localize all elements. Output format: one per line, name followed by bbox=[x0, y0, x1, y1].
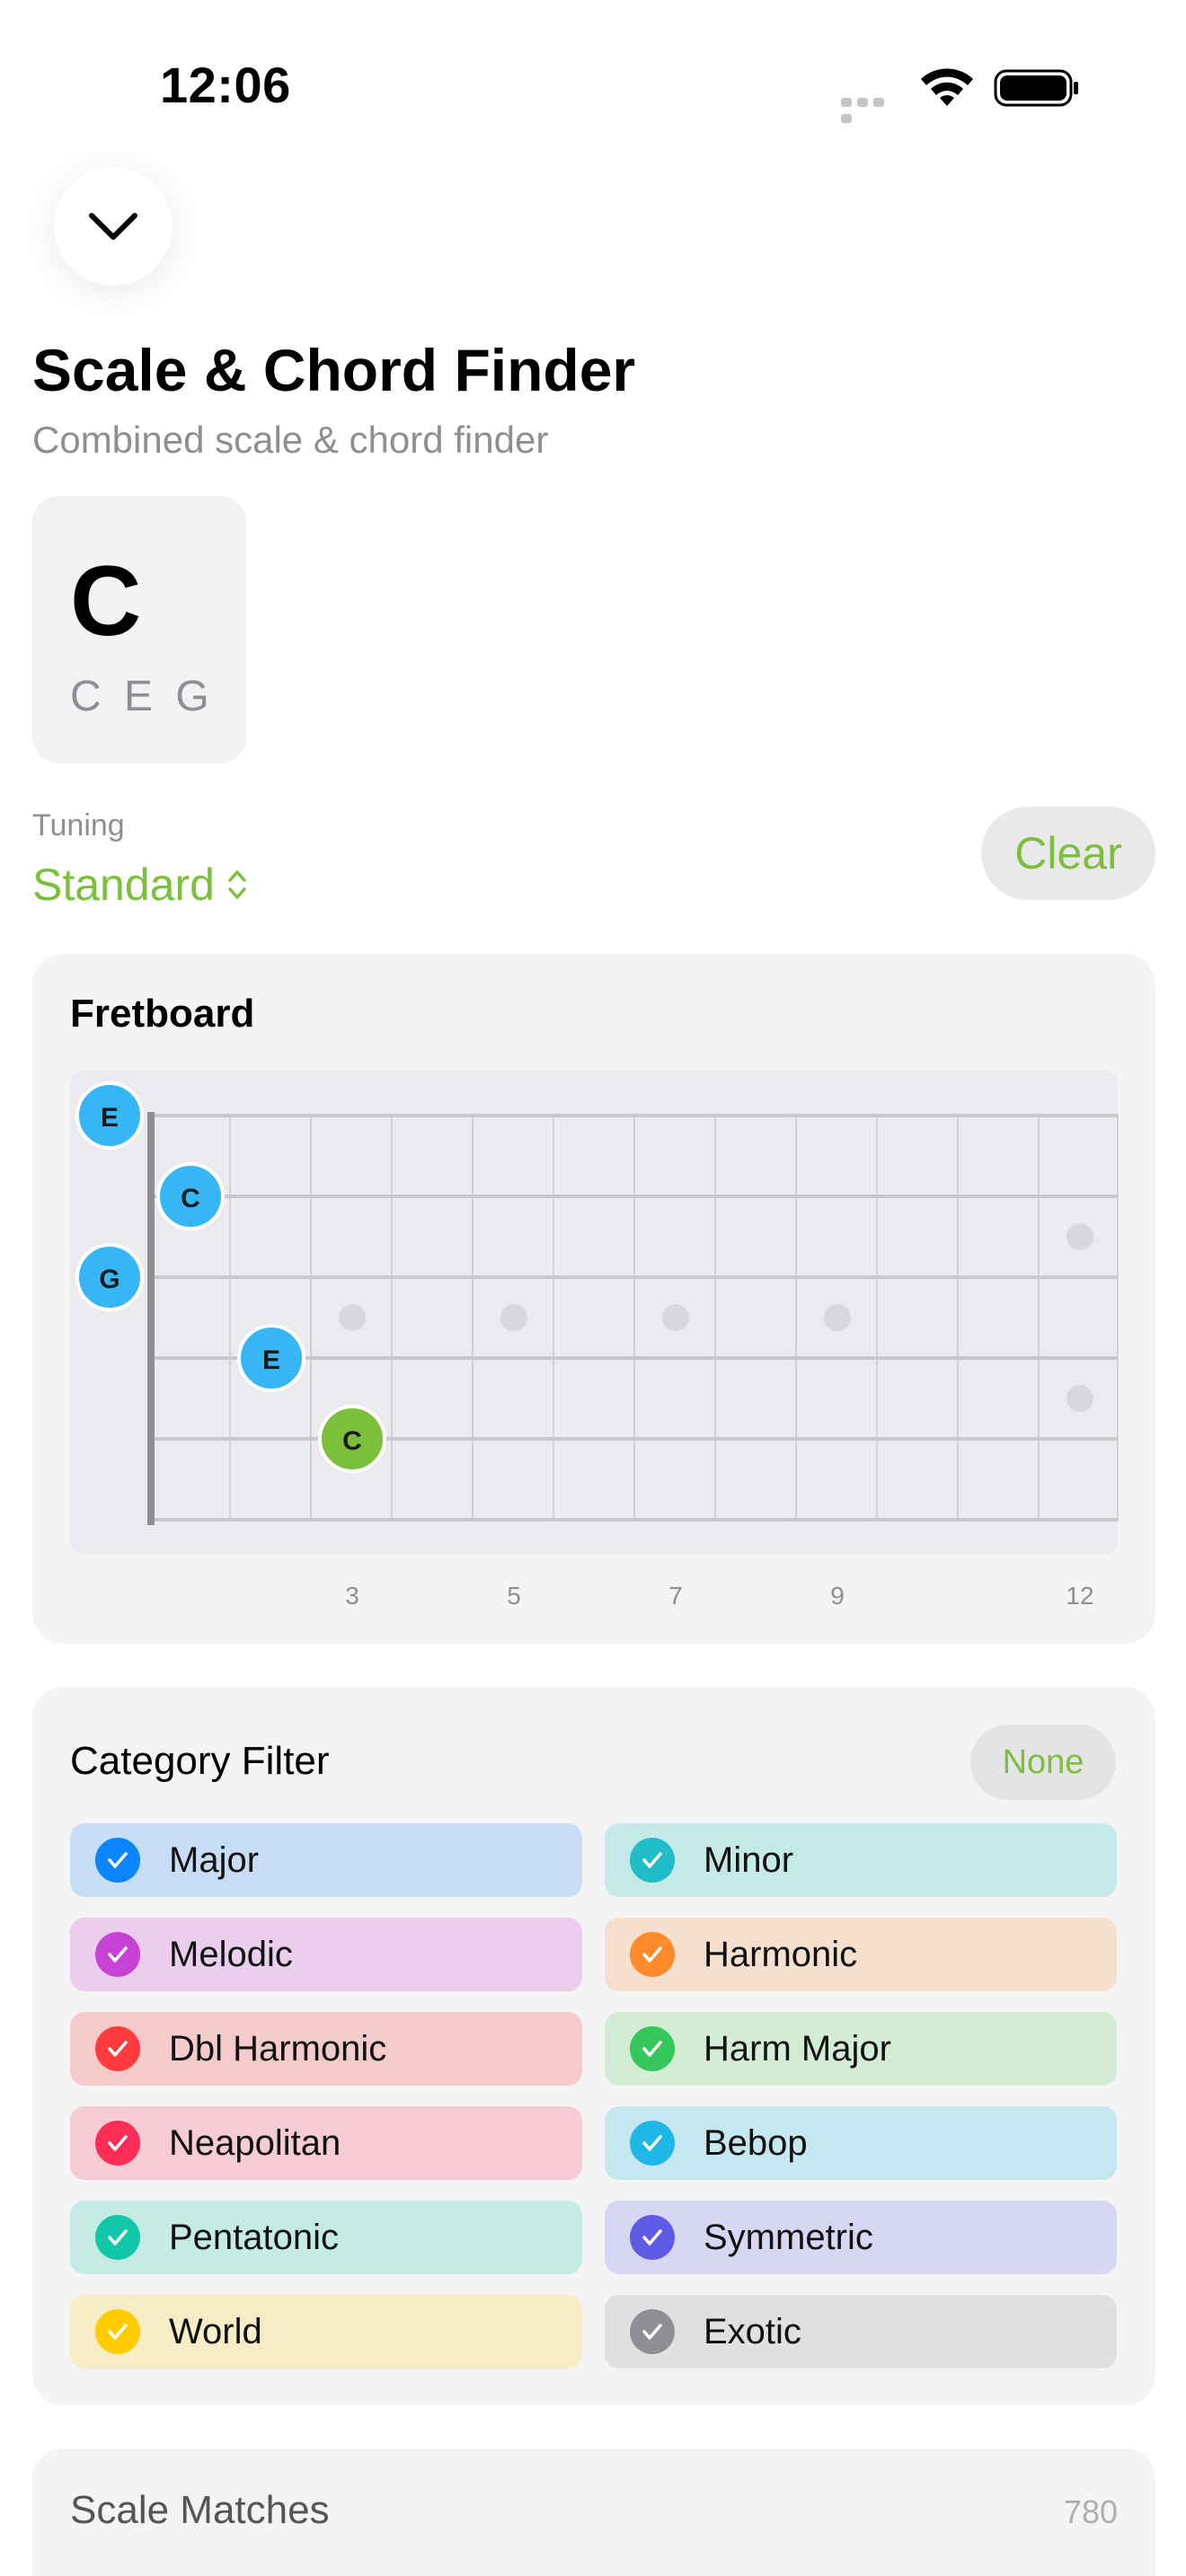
category-chip-label: Dbl Harmonic bbox=[169, 2028, 387, 2069]
category-chip-label: Exotic bbox=[704, 2311, 801, 2351]
checkmark-icon bbox=[95, 1932, 140, 1977]
checkmark-icon bbox=[95, 2121, 140, 2166]
checkmark-icon bbox=[630, 1838, 675, 1883]
scale-matches-count: 780 bbox=[1063, 2493, 1118, 2530]
tuning-value: Standard bbox=[32, 860, 215, 910]
category-chip-label: Melodic bbox=[169, 1934, 293, 1974]
page-title: Scale & Chord Finder bbox=[32, 337, 636, 403]
category-chip-dbl-harmonic[interactable]: Dbl Harmonic bbox=[70, 2012, 582, 2086]
tuning-label: Tuning bbox=[32, 808, 125, 842]
wifi-icon bbox=[921, 68, 973, 106]
svg-text:G: G bbox=[99, 1265, 119, 1294]
category-chip-label: Harmonic bbox=[704, 1934, 858, 1974]
category-chip-label: Major bbox=[169, 1839, 260, 1880]
category-chip-neapolitan[interactable]: Neapolitan bbox=[70, 2106, 582, 2180]
fret-number: 3 bbox=[345, 1582, 359, 1610]
svg-text:E: E bbox=[262, 1345, 280, 1375]
fret-note-c-fret1[interactable]: C bbox=[156, 1162, 225, 1231]
category-chip-symmetric[interactable]: Symmetric bbox=[605, 2201, 1117, 2274]
category-chip-label: Minor bbox=[704, 1839, 794, 1880]
checkmark-icon bbox=[95, 2026, 140, 2071]
cellular-signal-icon bbox=[841, 95, 904, 123]
checkmark-icon bbox=[95, 2309, 140, 2354]
category-chip-label: Bebop bbox=[704, 2122, 808, 2163]
status-time: 12:06 bbox=[160, 57, 291, 113]
checkmark-icon bbox=[630, 2215, 675, 2260]
dismiss-button[interactable] bbox=[54, 167, 173, 286]
select-none-button[interactable]: None bbox=[970, 1725, 1116, 1800]
battery-icon bbox=[994, 69, 1078, 107]
fretboard[interactable]: E C G E C 3 5 7 9 12 bbox=[32, 954, 1155, 1644]
svg-text:C: C bbox=[181, 1184, 200, 1213]
category-chip-melodic[interactable]: Melodic bbox=[70, 1918, 582, 1991]
chord-name: C bbox=[70, 546, 142, 657]
fret-note-g-open[interactable]: G bbox=[75, 1243, 144, 1311]
scale-matches-title: Scale Matches bbox=[70, 2488, 330, 2532]
category-filter-card: Category Filter None Major Minor Melodic Ha… bbox=[32, 1687, 1155, 2405]
fret-number: 5 bbox=[507, 1582, 521, 1610]
category-chip-harm-major[interactable]: Harm Major bbox=[605, 2012, 1117, 2086]
svg-text:E: E bbox=[101, 1103, 119, 1133]
category-chip-exotic[interactable]: Exotic bbox=[605, 2295, 1117, 2369]
chevron-down-icon bbox=[89, 213, 137, 240]
checkmark-icon bbox=[95, 2215, 140, 2260]
page-subtitle: Combined scale & chord finder bbox=[32, 419, 549, 461]
checkmark-icon bbox=[630, 1932, 675, 1977]
category-chip-label: Harm Major bbox=[704, 2028, 891, 2069]
category-chip-harmonic[interactable]: Harmonic bbox=[605, 1918, 1117, 1991]
category-chip-pentatonic[interactable]: Pentatonic bbox=[70, 2201, 582, 2274]
scale-matches-card[interactable]: Scale Matches 780 bbox=[32, 2448, 1155, 2576]
category-chip-bebop[interactable]: Bebop bbox=[605, 2106, 1117, 2180]
checkmark-icon bbox=[95, 1838, 140, 1883]
chord-notes: C E G bbox=[70, 673, 215, 720]
clear-button[interactable]: Clear bbox=[981, 807, 1155, 900]
tuning-picker[interactable]: Standard bbox=[32, 859, 247, 911]
category-filter-title: Category Filter bbox=[70, 1739, 330, 1783]
checkmark-icon bbox=[630, 2026, 675, 2071]
fret-number: 7 bbox=[668, 1582, 683, 1610]
category-chip-label: Neapolitan bbox=[169, 2122, 341, 2163]
category-chip-major[interactable]: Major bbox=[70, 1823, 582, 1897]
fret-note-c-root[interactable]: C bbox=[318, 1405, 386, 1473]
fretboard-card: Fretboard E C G E C 3 5 7 9 12 bbox=[32, 954, 1155, 1644]
fret-number: 12 bbox=[1066, 1582, 1093, 1610]
fret-number: 9 bbox=[830, 1582, 845, 1610]
category-chip-world[interactable]: World bbox=[70, 2295, 582, 2369]
status-bar: 12:06 bbox=[0, 0, 1186, 171]
fret-note-e-fret2[interactable]: E bbox=[237, 1324, 305, 1392]
checkmark-icon bbox=[630, 2309, 675, 2354]
category-chip-minor[interactable]: Minor bbox=[605, 1823, 1117, 1897]
chevron-up-down-icon bbox=[228, 870, 246, 899]
checkmark-icon bbox=[630, 2121, 675, 2166]
category-chip-label: World bbox=[169, 2311, 262, 2351]
category-chip-label: Symmetric bbox=[704, 2217, 873, 2257]
fret-note-e-open[interactable]: E bbox=[75, 1081, 144, 1150]
svg-text:C: C bbox=[342, 1426, 362, 1456]
chord-card[interactable]: C C E G bbox=[32, 496, 246, 763]
category-chip-label: Pentatonic bbox=[169, 2217, 340, 2257]
